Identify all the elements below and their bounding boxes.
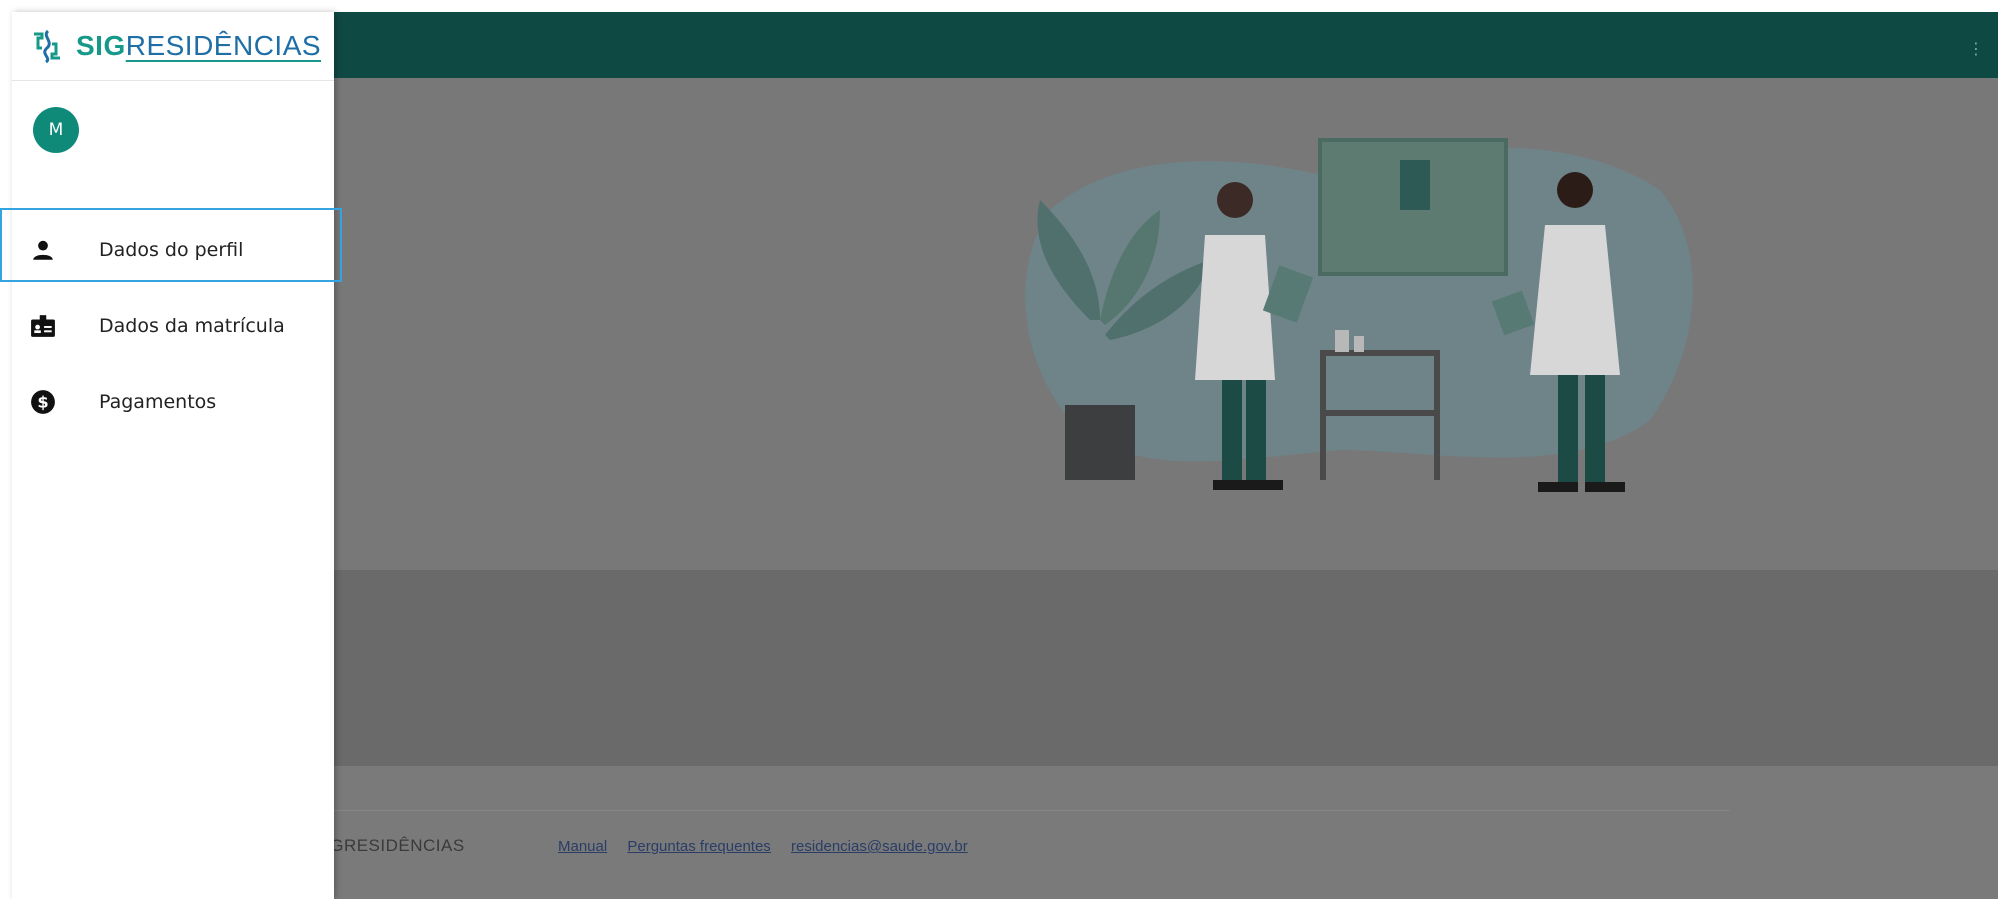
footer-link-email[interactable]: residencias@saude.gov.br: [791, 838, 968, 855]
logo-text: SIGRESIDÊNCIAS: [76, 30, 321, 62]
app-logo[interactable]: SIGRESIDÊNCIAS: [28, 28, 321, 64]
dollar-icon: $: [30, 389, 56, 415]
drawer-edge: [0, 12, 12, 899]
user-avatar[interactable]: M: [33, 107, 79, 153]
footer-link-manual[interactable]: Manual: [558, 838, 607, 855]
nav-item-dados-da-matricula[interactable]: Dados da matrícula: [12, 288, 334, 364]
more-vert-icon[interactable]: ⋮: [1968, 41, 1984, 57]
footer-brand: IGRESIDÊNCIAS: [325, 836, 465, 855]
footer-links: Manual Perguntas frequentes residencias@…: [558, 838, 984, 855]
nav-item-label: Pagamentos: [99, 391, 217, 413]
nav-item-label: Dados da matrícula: [99, 315, 285, 337]
drawer-header: SIGRESIDÊNCIAS: [12, 12, 334, 81]
logo-residencias: RESIDÊNCIAS: [125, 30, 322, 61]
navigation-drawer: SIGRESIDÊNCIAS M Dados do perfil Dados d…: [12, 12, 334, 899]
focus-highlight: [0, 208, 342, 282]
logo-sig: SIG: [76, 30, 126, 61]
svg-text:$: $: [37, 392, 48, 411]
badge-icon: [30, 313, 56, 339]
doctors-illustration: [1025, 138, 1693, 492]
footer-divider: [330, 810, 1730, 811]
nav-item-pagamentos[interactable]: $ Pagamentos: [12, 364, 334, 440]
footer-link-faq[interactable]: Perguntas frequentes: [627, 838, 770, 855]
sig-logo-icon: [34, 29, 60, 64]
